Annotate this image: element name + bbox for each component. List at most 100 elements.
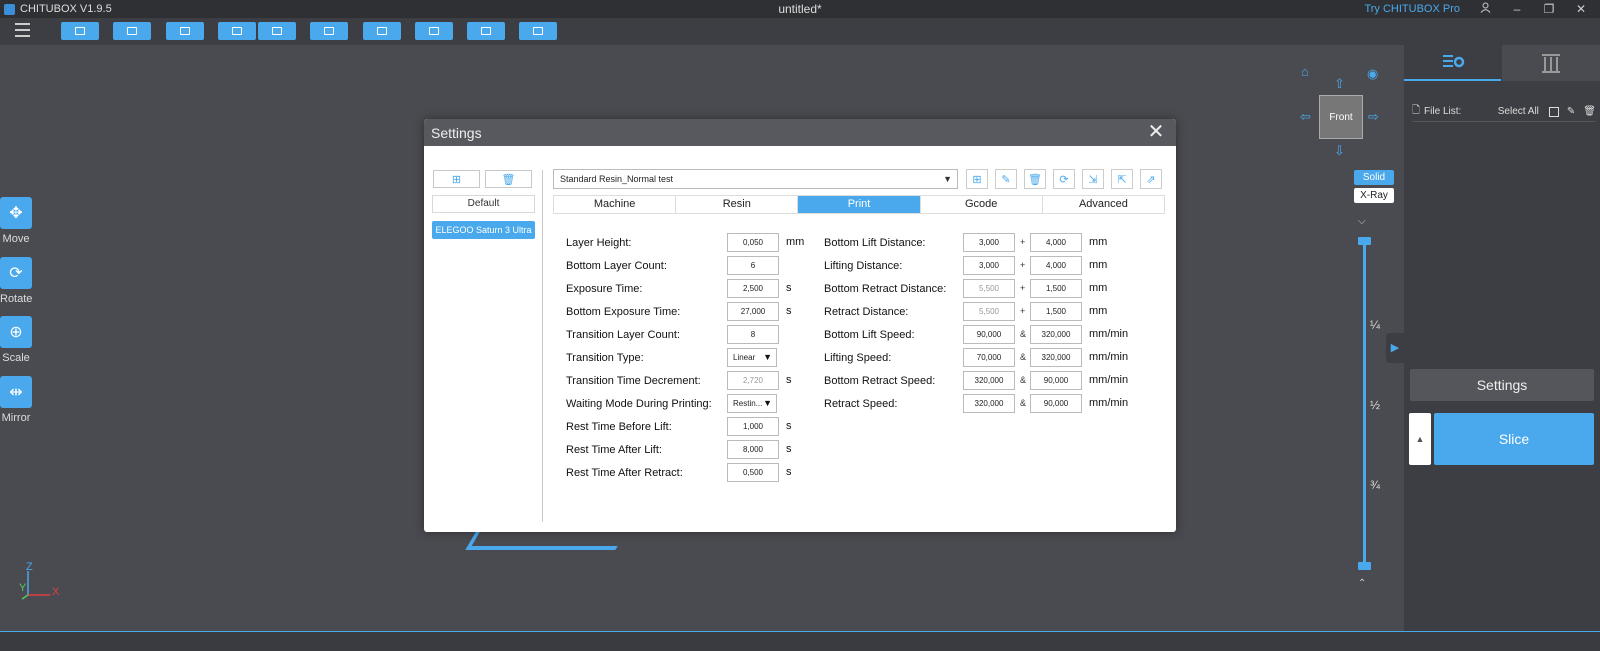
layer-slider-track[interactable] [1363,241,1366,566]
scale-tool[interactable]: ⊕ Scale [0,316,32,364]
bottom-retract-speed-1-input[interactable]: 320,000 [963,371,1015,390]
param-row: Transition Type: [566,348,644,368]
rest-time-before-lift-input[interactable]: 1,000 [727,417,779,436]
move-tool[interactable]: ✥ Move [0,197,32,245]
bottom-lift-speed-2-input[interactable]: 320,000 [1030,325,1082,344]
dig-hole-button[interactable] [415,22,453,40]
default-printer-group[interactable]: Default [432,195,535,213]
tab-gcode[interactable]: Gcode [921,196,1043,213]
transition-time-decrement-input: 2,720 [727,371,779,390]
solid-view-button[interactable]: Solid [1354,170,1394,185]
view-left-arrow-icon[interactable]: ⇦ [1300,109,1311,125]
chevron-up-icon[interactable]: ⌃ [1358,578,1366,589]
refresh-icon: ⟳ [1059,173,1069,186]
lock-button[interactable] [519,22,557,40]
supports-button[interactable] [363,22,401,40]
lifting-distance-2-input[interactable]: 4,000 [1030,256,1082,275]
transition-type-select[interactable]: Linear ▼ [727,348,777,367]
layer-slider-bottom-handle[interactable] [1358,562,1371,570]
edit-icon[interactable]: ✎ [1567,106,1575,117]
import-profile-button[interactable]: ⇲ [1082,169,1104,189]
param-label: Bottom Layer Count: [566,260,667,272]
bottom-lift-speed-1-input[interactable]: 90,000 [963,325,1015,344]
settings-tabs: Machine Resin Print Gcode Advanced [553,195,1165,214]
exposure-time-input[interactable]: 2,500 [727,279,779,298]
mirror-icon: ⇹ [0,376,32,408]
reset-profile-button[interactable]: ⟳ [1053,169,1075,189]
file-list-divider [1412,121,1596,122]
close-icon[interactable]: ✕ [1146,122,1166,142]
bottom-lift-distance-2-input[interactable]: 4,000 [1030,233,1082,252]
param-unit: mm [1089,236,1108,248]
rest-time-after-retract-input[interactable]: 0,500 [727,463,779,482]
delete-profile-button[interactable]: 🗑 [1024,169,1046,189]
try-pro-link[interactable]: Try CHITUBOX Pro [1364,3,1460,15]
settings-button[interactable]: Settings [1410,369,1594,401]
bottom-retract-speed-2-input[interactable]: 90,000 [1030,371,1082,390]
redo-button[interactable] [258,22,296,40]
rotate-tool[interactable]: ⟳ Rotate [0,257,32,305]
param-unit: s [786,282,792,294]
close-window-icon[interactable]: ✕ [1574,2,1588,16]
edit-profile-button[interactable]: ✎ [995,169,1017,189]
open-file-button[interactable] [61,22,99,40]
rest-time-after-lift-input[interactable]: 8,000 [727,440,779,459]
bottom-layer-count-input[interactable]: 6 [727,256,779,275]
delete-icon[interactable]: 🗑 [1583,106,1596,117]
bottom-exposure-time-input[interactable]: 27,000 [727,302,779,321]
slider-mark-three-quarter: ¾ [1370,478,1381,492]
selected-printer-item[interactable]: ELEGOO Saturn 3 Ultra [432,221,535,239]
transition-layer-count-input[interactable]: 8 [727,325,779,344]
tab-supports[interactable] [1502,45,1600,81]
slice-options-arrow-button[interactable]: ▲ [1409,413,1431,465]
bottom-retract-distance-2-input[interactable]: 1,500 [1030,279,1082,298]
home-view-icon[interactable]: ⌂ [1301,64,1309,79]
param-join-symbol: + [1020,306,1026,316]
select-all-checkbox[interactable] [1548,106,1559,117]
waiting-mode-select[interactable]: Restin... ▼ [727,394,777,413]
undo-button[interactable] [218,22,256,40]
retract-speed-1-input[interactable]: 320,000 [963,394,1015,413]
tab-print[interactable]: Print [798,196,921,213]
layer-slider-top-handle[interactable] [1358,237,1371,245]
minimize-icon[interactable]: – [1510,2,1524,16]
profile-select[interactable]: Standard Resin_Normal test ▼ [553,169,958,189]
tab-advanced[interactable]: Advanced [1043,196,1164,213]
measure-button[interactable] [467,22,505,40]
share-icon: ⇗ [1146,173,1156,186]
bottom-lift-distance-1-input[interactable]: 3,000 [963,233,1015,252]
xray-view-button[interactable]: X-Ray [1354,188,1394,203]
chevron-down-icon[interactable]: ⌵ [1358,216,1366,227]
chevron-down-icon: ▼ [763,398,772,408]
hollow-button[interactable] [310,22,348,40]
new-profile-button[interactable]: ⊞ [966,169,988,189]
navigation-cube[interactable]: Front [1319,95,1363,139]
share-profile-button[interactable]: ⇗ [1140,169,1162,189]
restore-icon[interactable]: ❐ [1542,2,1556,16]
save-file-button[interactable] [113,22,151,40]
hollow-icon [324,27,334,35]
delete-printer-button[interactable]: 🗑 [485,170,532,188]
view-right-arrow-icon[interactable]: ⇨ [1368,109,1379,125]
mirror-tool[interactable]: ⇹ Mirror [0,376,32,424]
lock-icon [533,27,543,35]
visibility-eye-icon[interactable]: ◉ [1367,66,1378,82]
retract-distance-2-input[interactable]: 1,500 [1030,302,1082,321]
lifting-distance-1-input[interactable]: 3,000 [963,256,1015,275]
export-profile-button[interactable]: ⇱ [1111,169,1133,189]
tab-resin[interactable]: Resin [676,196,799,213]
hamburger-menu-icon[interactable] [15,23,30,37]
lifting-speed-2-input[interactable]: 320,000 [1030,348,1082,367]
collapse-panel-button[interactable]: ▶ [1386,333,1404,363]
tab-machine[interactable]: Machine [554,196,677,213]
view-down-arrow-icon[interactable]: ⇩ [1334,143,1345,159]
slice-button[interactable]: Slice [1434,413,1594,465]
tab-print-settings[interactable] [1404,45,1501,81]
retract-speed-2-input[interactable]: 90,000 [1030,394,1082,413]
layer-height-input[interactable]: 0,050 [727,233,779,252]
view-up-arrow-icon[interactable]: ⇧ [1334,76,1345,92]
auto-layout-button[interactable] [166,22,204,40]
user-icon[interactable] [1478,2,1492,16]
lifting-speed-1-input[interactable]: 70,000 [963,348,1015,367]
add-printer-button[interactable]: ⊞ [433,170,480,188]
